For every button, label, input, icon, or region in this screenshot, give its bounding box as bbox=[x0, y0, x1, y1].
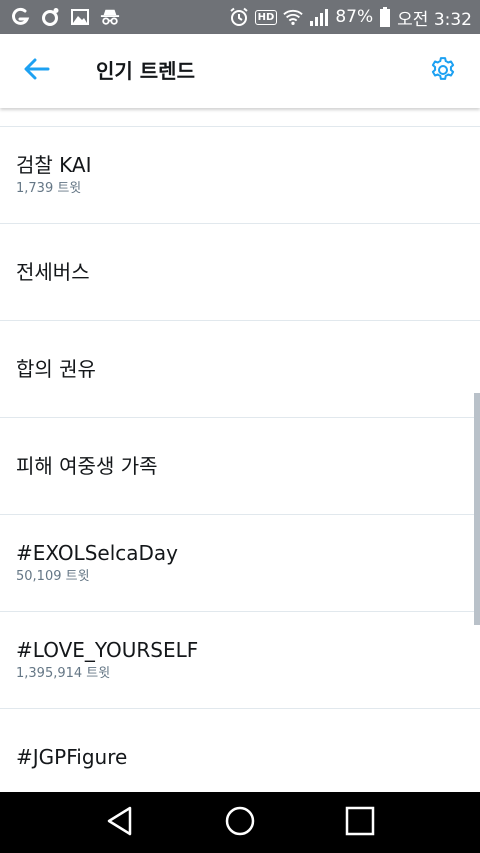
tweet-count: 50,109 트윗 bbox=[16, 569, 90, 584]
scrollbar[interactable] bbox=[474, 393, 480, 625]
signal-icon bbox=[309, 7, 329, 27]
list-item[interactable]: 합의 권유 bbox=[0, 321, 480, 418]
status-notifications bbox=[10, 7, 120, 27]
trend-name: 합의 권유 bbox=[16, 357, 96, 381]
battery-percent: 87% bbox=[335, 7, 374, 27]
settings-button[interactable] bbox=[427, 56, 459, 88]
list-item[interactable]: 검찰 KAI 1,739 트윗 bbox=[0, 127, 480, 224]
battery-icon bbox=[379, 7, 391, 27]
alarm-icon bbox=[229, 7, 249, 27]
list-item[interactable]: 피해 여중생 가족 bbox=[0, 418, 480, 515]
recents-square-icon bbox=[344, 805, 376, 841]
tweet-count: 1,395,914 트윗 bbox=[16, 666, 111, 681]
status-system: HD 87% 오전 3:32 bbox=[229, 5, 472, 30]
trend-name: 피해 여중생 가족 bbox=[16, 454, 158, 478]
camera-app-icon bbox=[40, 7, 60, 27]
list-item[interactable]: #EXOLSelcaDay 50,109 트윗 bbox=[0, 515, 480, 612]
trend-name: #EXOLSelcaDay bbox=[16, 541, 179, 565]
home-circle-icon bbox=[224, 805, 256, 841]
trend-name: 검찰 KAI bbox=[16, 153, 92, 177]
list-item[interactable]: #JGPFigure bbox=[0, 709, 480, 792]
list-item-partial bbox=[0, 108, 480, 127]
clock: 오전 3:32 bbox=[397, 9, 472, 30]
system-nav-bar bbox=[0, 792, 480, 853]
nav-home-button[interactable] bbox=[218, 801, 262, 845]
hd-icon: HD bbox=[254, 9, 278, 25]
back-button[interactable] bbox=[22, 56, 52, 86]
trend-name: 전세버스 bbox=[16, 260, 90, 284]
g-app-icon bbox=[10, 7, 30, 27]
trend-name: #JGPFigure bbox=[16, 745, 128, 769]
gear-icon bbox=[428, 55, 458, 89]
wifi-icon bbox=[283, 7, 304, 27]
status-bar: HD 87% 오전 3:32 bbox=[0, 0, 480, 34]
gallery-icon bbox=[70, 7, 90, 27]
trend-name: #LOVE_YOURSELF bbox=[16, 638, 199, 662]
app-bar: 인기 트렌드 bbox=[0, 34, 480, 108]
nav-back-button[interactable] bbox=[98, 801, 142, 845]
list-item[interactable]: #LOVE_YOURSELF 1,395,914 트윗 bbox=[0, 612, 480, 709]
back-triangle-icon bbox=[105, 805, 135, 841]
arrow-left-icon bbox=[24, 58, 50, 84]
tweet-count: 1,739 트윗 bbox=[16, 181, 82, 196]
page-title: 인기 트렌드 bbox=[96, 59, 195, 83]
list-item[interactable]: 전세버스 bbox=[0, 224, 480, 321]
spy-icon bbox=[100, 7, 120, 27]
trends-list[interactable]: 검찰 KAI 1,739 트윗 전세버스 합의 권유 피해 여중생 가족 #EX… bbox=[0, 108, 480, 792]
nav-recents-button[interactable] bbox=[338, 801, 382, 845]
